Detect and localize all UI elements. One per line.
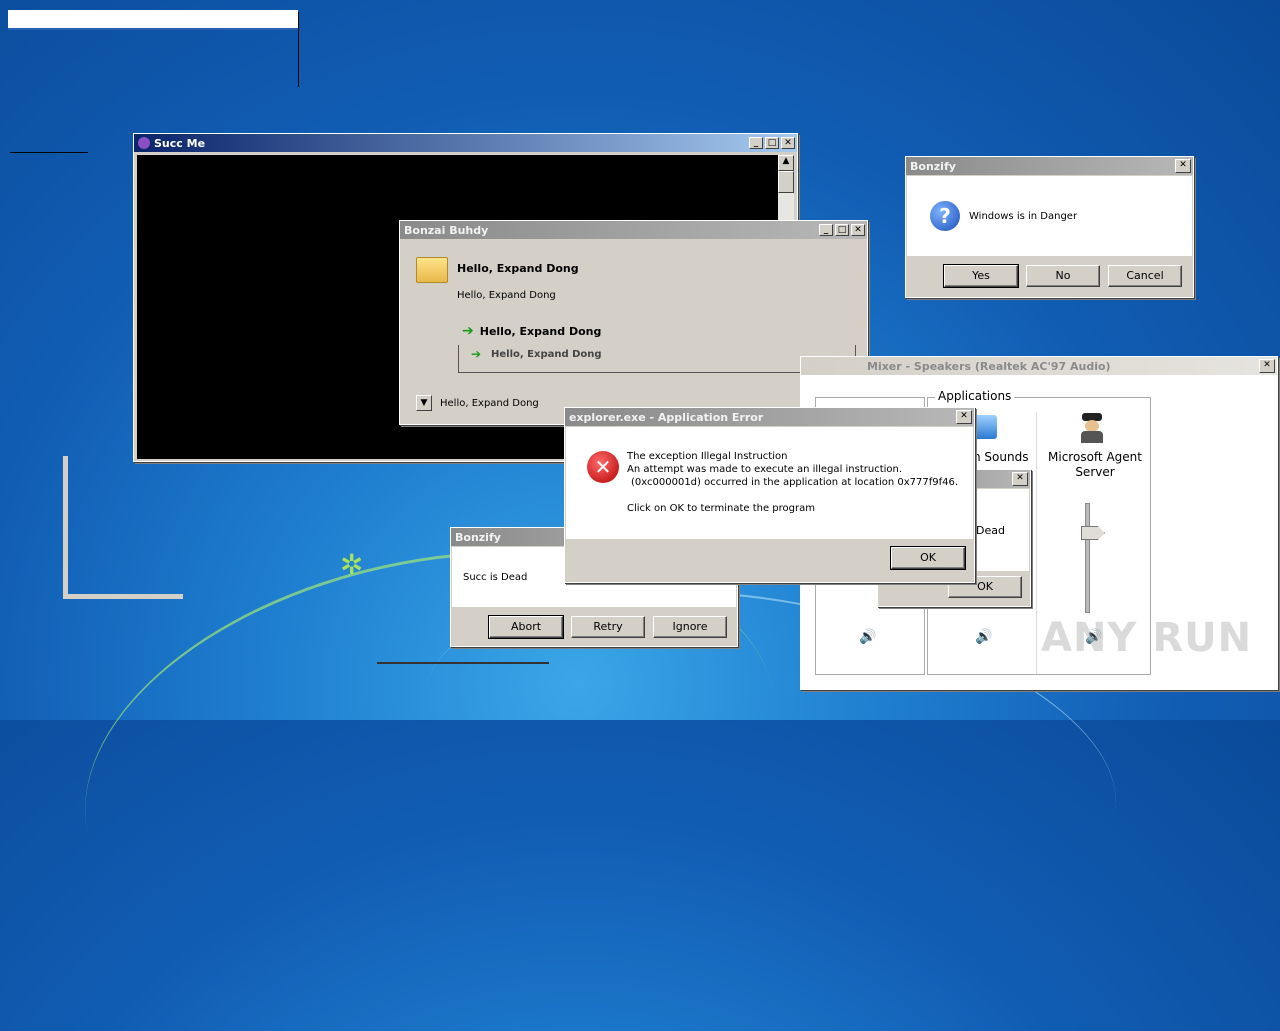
no-button[interactable]: No — [1026, 265, 1100, 287]
ghost-frame — [63, 456, 183, 599]
wallpaper-leaf-icon: ✲ — [340, 548, 364, 581]
error-line-4: Click on OK to terminate the program — [627, 503, 815, 514]
agent-volume-track — [1085, 503, 1090, 613]
buhdy-subtext: Hello, Expand Dong — [457, 290, 556, 301]
error-line-2: An attempt was made to execute an illega… — [627, 464, 903, 475]
close-button[interactable]: ✕ — [1175, 159, 1191, 173]
purple-app-icon — [138, 137, 150, 149]
scroll-thumb[interactable] — [778, 171, 794, 193]
abort-button[interactable]: Abort — [488, 615, 564, 639]
yes-button[interactable]: Yes — [943, 264, 1019, 288]
speaker-icon[interactable]: 🔊 — [859, 629, 876, 645]
scroll-up-button[interactable]: ▲ — [778, 155, 794, 171]
system-sounds-icon — [973, 415, 997, 439]
ignore-button[interactable]: Ignore — [653, 616, 727, 638]
succ-me-titlebar: Succ Me _ □ ✕ — [134, 134, 797, 152]
mixer-titlebar: Mixer - Speakers (Realtek AC'97 Audio) ✕ — [801, 357, 1277, 375]
command-link-label: Hello, Expand Dong — [479, 324, 602, 338]
folder-icon — [416, 257, 448, 283]
minimize-button[interactable]: _ — [749, 137, 763, 149]
system-sounds-label: n Sounds — [973, 450, 1029, 464]
watermark: ANY RUN — [1041, 615, 1253, 661]
danger-message: Windows is in Danger — [969, 211, 1078, 222]
window-title: Bonzai Buhdy — [404, 223, 489, 237]
command-link[interactable]: ➔ Hello, Expand Dong — [462, 323, 601, 339]
window-title: Mixer - Speakers (Realtek AC'97 Audio) — [867, 359, 1111, 373]
bonzify-danger-dialog: Bonzify ✕ ? Windows is in Danger Yes No … — [905, 156, 1194, 298]
minimize-button[interactable]: _ — [819, 224, 833, 236]
ghost-line — [298, 12, 299, 87]
window-title: Succ Me — [154, 136, 206, 150]
error-line-3: (0xc000001d) occurred in the application… — [631, 477, 959, 488]
close-button[interactable]: ✕ — [851, 224, 865, 236]
expand-label: Hello, Expand Dong — [440, 397, 539, 409]
close-button[interactable]: ✕ — [1012, 472, 1028, 486]
command-link-box[interactable]: ➔ Hello, Expand Dong — [458, 345, 856, 373]
retry-button[interactable]: Retry — [571, 616, 645, 638]
window-title: Bonzify — [910, 159, 956, 173]
buhdy-titlebar: Bonzai Buhdy _ □ ✕ — [400, 221, 867, 239]
ghost-line — [377, 662, 549, 664]
speaker-icon[interactable]: 🔊 — [975, 629, 992, 645]
cancel-button[interactable]: Cancel — [1108, 265, 1182, 287]
ghost-window — [8, 10, 298, 30]
error-icon: ✕ — [587, 451, 619, 483]
bonzai-buhdy-window: Bonzai Buhdy _ □ ✕ Hello, Expand Dong He… — [399, 220, 868, 425]
ghost-line — [10, 152, 88, 153]
question-icon: ? — [930, 201, 960, 231]
chevron-down-icon[interactable]: ▼ — [416, 395, 432, 411]
ok-button[interactable]: OK — [890, 546, 966, 570]
agent-server-label: Microsoft Agent Server — [1048, 450, 1142, 479]
close-button[interactable]: ✕ — [781, 137, 795, 149]
green-arrow-icon: ➔ — [471, 347, 482, 361]
applications-label: Applications — [935, 389, 1015, 403]
maximize-button[interactable]: □ — [765, 137, 779, 149]
maximize-button[interactable]: □ — [835, 224, 849, 236]
application-error-dialog: explorer.exe - Application Error ✕ ✕ The… — [564, 407, 975, 583]
buhdy-heading: Hello, Expand Dong — [457, 262, 579, 275]
command-link-label: Hello, Expand Dong — [491, 349, 602, 360]
close-button[interactable]: ✕ — [956, 410, 972, 424]
error-titlebar: explorer.exe - Application Error ✕ — [565, 408, 974, 426]
green-arrow-icon: ➔ — [462, 323, 474, 339]
dead-message: Succ is Dead — [463, 572, 528, 583]
close-button[interactable]: ✕ — [1259, 359, 1275, 373]
expand-row[interactable]: ▼ Hello, Expand Dong — [416, 395, 539, 411]
inner-dialog-message: Dead — [976, 524, 1005, 537]
agent-server-icon — [1077, 413, 1107, 443]
error-line-1: The exception Illegal Instruction — [627, 451, 788, 462]
window-title: explorer.exe - Application Error — [569, 410, 764, 424]
danger-titlebar: Bonzify ✕ — [906, 157, 1193, 175]
